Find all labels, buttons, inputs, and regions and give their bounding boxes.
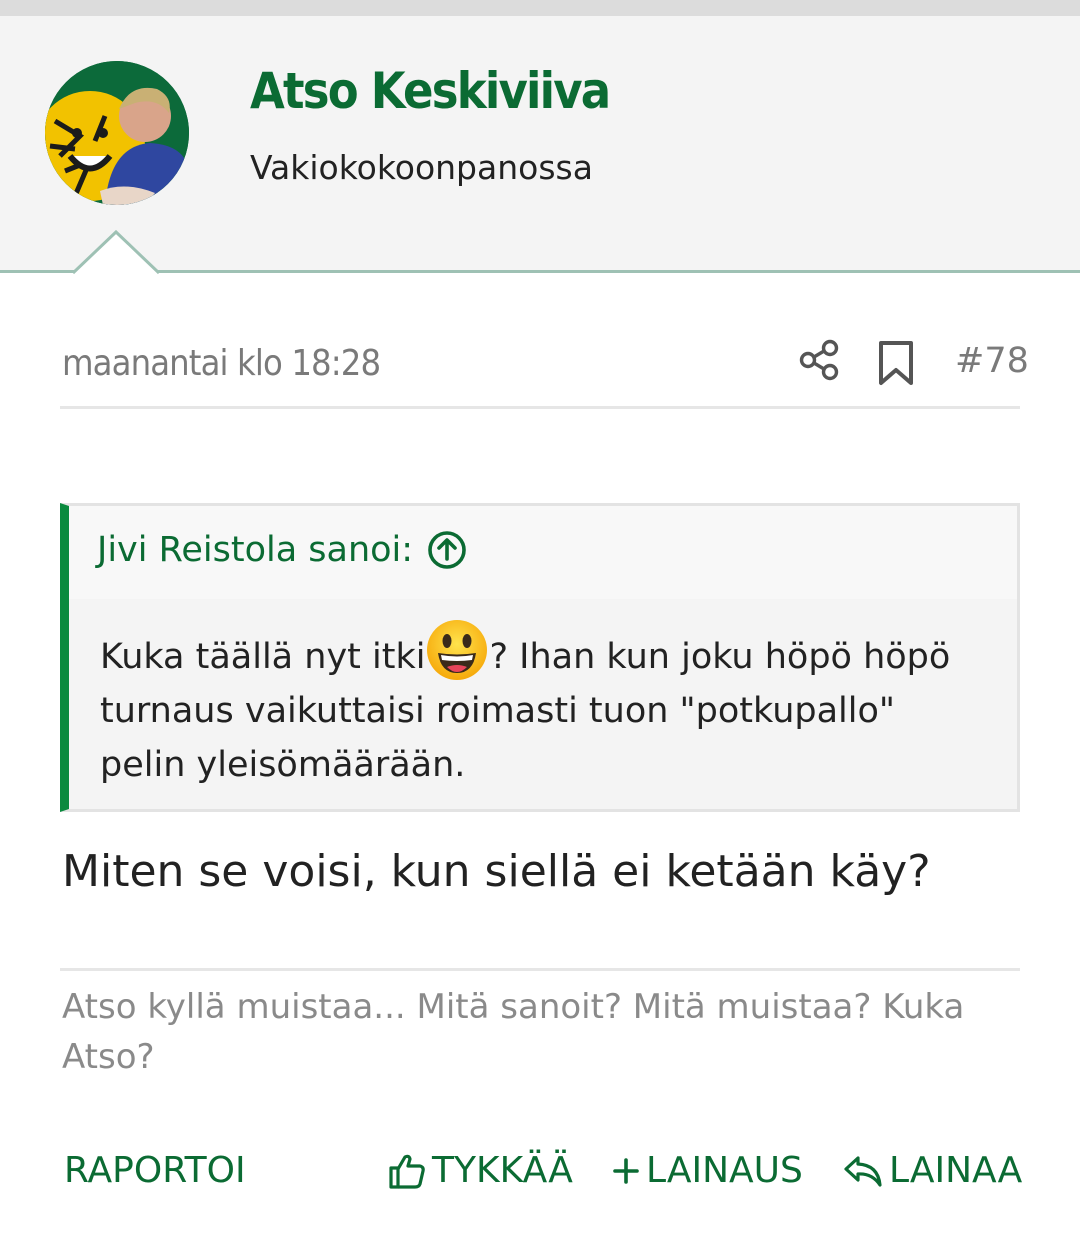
quote-text-part: Kuka täällä nyt itki — [100, 637, 426, 677]
thumbs-up-icon — [389, 1154, 425, 1189]
like-label: TYKKÄÄ — [432, 1150, 573, 1191]
post-date[interactable]: maanantai klo 18:28 — [62, 343, 381, 384]
quote-button[interactable]: LAINAA — [843, 1150, 1022, 1191]
report-button[interactable]: RAPORTOI — [64, 1150, 246, 1191]
like-button[interactable]: TYKKÄÄ — [388, 1150, 573, 1191]
arrow-up-circle-icon[interactable] — [427, 530, 467, 570]
post-number[interactable]: #78 — [955, 341, 1029, 381]
quote-block: Jivi Reistola sanoi: Kuka täällä nyt itk… — [60, 503, 1020, 812]
quote-text: Kuka täällä nyt itki ? Ihan kun joku höp… — [100, 618, 980, 792]
plus-icon — [613, 1157, 639, 1184]
reply-icon — [844, 1155, 882, 1187]
author-user-title: Vakiokokoonpanossa — [250, 148, 593, 187]
quote-attribution[interactable]: Jivi Reistola sanoi: — [97, 530, 467, 570]
multiquote-button[interactable]: LAINAUS — [612, 1150, 803, 1191]
post-body: Miten se voisi, kun siellä ei ketään käy… — [62, 846, 931, 897]
multiquote-label: LAINAUS — [646, 1150, 803, 1191]
bookmark-icon[interactable] — [876, 340, 916, 386]
signature: Atso kyllä muistaa... Mitä sanoit? Mitä … — [62, 987, 965, 1077]
quote-label: LAINAA — [889, 1150, 1023, 1191]
avatar[interactable] — [45, 61, 189, 205]
author-name[interactable]: Atso Keskiviiva — [250, 62, 611, 120]
header-pointer-notch — [71, 229, 161, 275]
top-strip — [0, 0, 1080, 16]
meta-divider — [60, 406, 1020, 409]
post-actions: RAPORTOI TYKKÄÄ LAINAUS LAINAA — [0, 1150, 1080, 1210]
quote-author[interactable]: Jivi Reistola sanoi: — [97, 530, 413, 570]
share-icon[interactable] — [798, 338, 842, 382]
report-label: RAPORTOI — [64, 1150, 246, 1191]
signature-divider — [60, 968, 1020, 971]
grinning-face-icon — [427, 620, 488, 680]
